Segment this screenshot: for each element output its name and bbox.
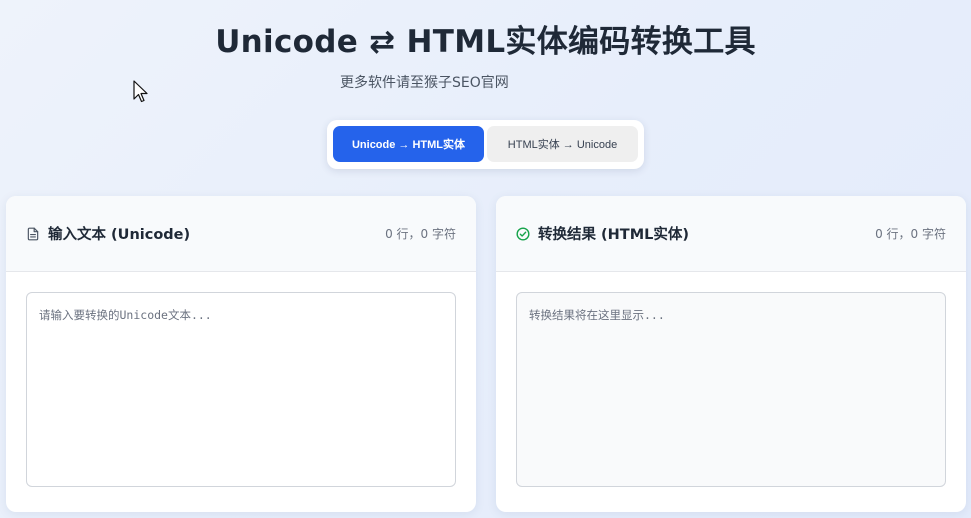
subtitle-link[interactable]: 更多软件请至猴子SEO官网	[340, 72, 509, 92]
output-panel: 转换结果 (HTML实体) 0 行，0 字符	[496, 196, 966, 512]
mode-html-to-unicode-button[interactable]: HTML实体 → Unicode	[487, 126, 638, 162]
html-output-textarea[interactable]	[516, 292, 946, 487]
input-panel-title-text: 输入文本 (Unicode)	[48, 227, 191, 243]
mode-unicode-to-html-button[interactable]: Unicode → HTML实体	[333, 126, 484, 162]
input-panel: 输入文本 (Unicode) 0 行，0 字符	[6, 196, 476, 512]
check-circle-icon	[516, 226, 530, 241]
document-icon	[26, 227, 40, 241]
input-panel-header: 输入文本 (Unicode) 0 行，0 字符	[6, 196, 476, 272]
page-title: Unicode ⇄ HTML实体编码转换工具	[215, 24, 756, 60]
output-panel-title-text: 转换结果 (HTML实体)	[538, 227, 689, 243]
mode-switch: Unicode → HTML实体 HTML实体 → Unicode	[327, 120, 644, 169]
input-char-count: 0 行，0 字符	[385, 227, 456, 241]
input-panel-title: 输入文本 (Unicode)	[26, 223, 190, 244]
output-panel-header: 转换结果 (HTML实体) 0 行，0 字符	[496, 196, 966, 272]
unicode-input-textarea[interactable]	[26, 292, 456, 487]
output-panel-title: 转换结果 (HTML实体)	[516, 223, 689, 244]
mouse-cursor-icon	[133, 80, 148, 103]
output-char-count: 0 行，0 字符	[875, 227, 946, 241]
